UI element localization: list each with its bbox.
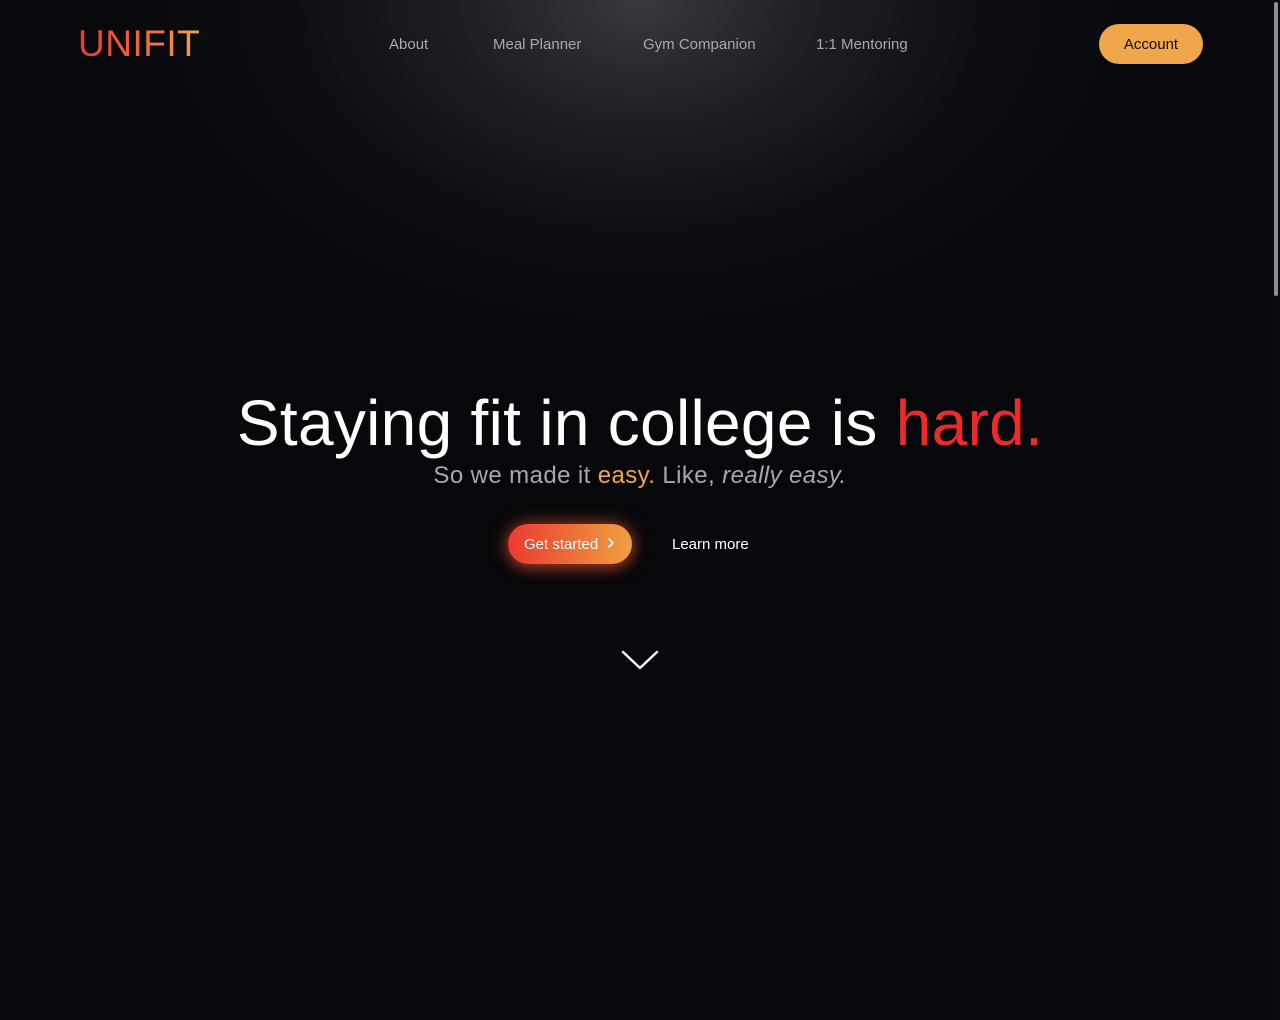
hero-section: Staying fit in college is hard. So we ma… [0,380,1280,492]
get-started-label: Get started [524,535,599,553]
subhead-part-2: Like, [655,462,723,489]
nav-link-meal-planner[interactable]: Meal Planner [493,35,581,55]
page-scrollbar[interactable] [1272,0,1280,1020]
nav-link-mentoring[interactable]: 1:1 Mentoring [816,35,908,55]
subhead-italic: really easy. [722,462,847,489]
hero-subheadline: So we made it easy. Like, really easy. [0,460,1280,492]
get-started-button[interactable]: Get started [508,524,632,564]
headline-main-text: Staying fit in college is [236,387,896,459]
site-header: UNIFIT About Meal Planner Gym Companion … [0,0,1272,88]
hero-headline: Staying fit in college is hard. [0,380,1280,466]
nav-link-about[interactable]: About [389,35,428,55]
chevron-right-icon [608,538,614,548]
learn-more-link[interactable]: Learn more [672,535,749,555]
nav-link-gym-companion[interactable]: Gym Companion [643,35,756,55]
subhead-part-1: So we made it [433,462,598,489]
chevron-down-icon[interactable] [620,648,660,672]
main-nav: About Meal Planner Gym Companion 1:1 Men… [0,0,1272,88]
scrollbar-thumb[interactable] [1274,2,1278,296]
headline-accent-text: hard. [895,387,1044,459]
hero-background-glow [0,0,1280,1020]
account-button[interactable]: Account [1099,24,1203,64]
subhead-accent: easy. [597,462,656,489]
